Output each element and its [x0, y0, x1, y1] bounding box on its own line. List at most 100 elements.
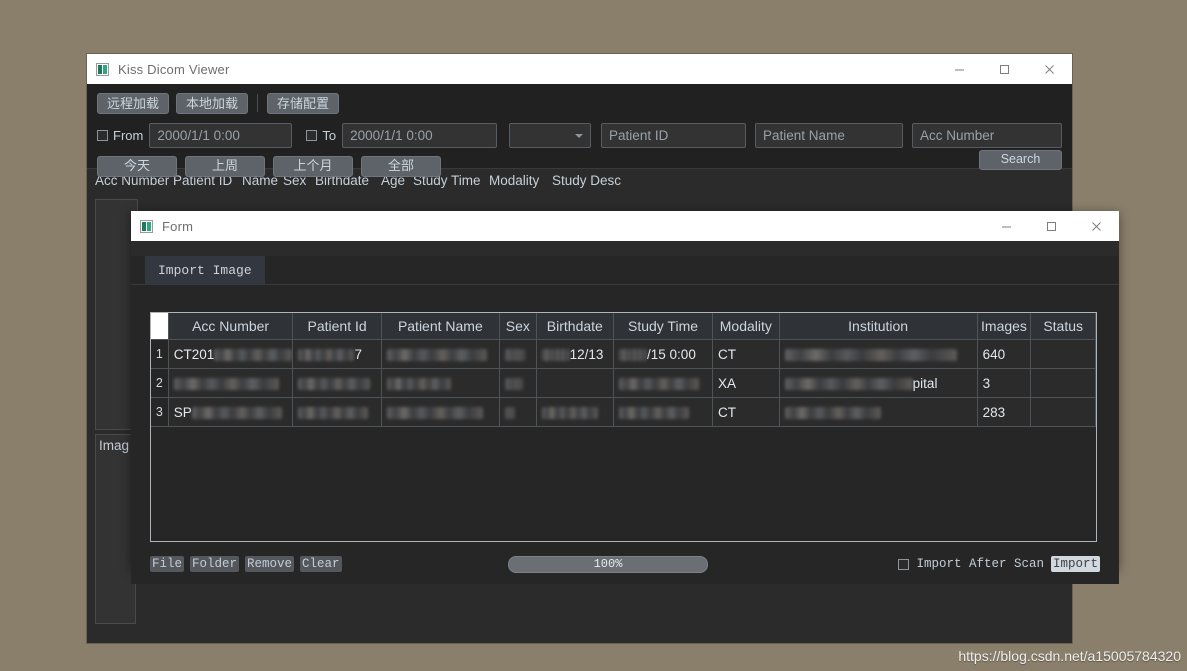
remove-button[interactable]: Remove — [245, 556, 295, 572]
tab-import-image[interactable]: Import Image — [145, 256, 265, 285]
table-row[interactable]: 3 SP CT 283 — [151, 397, 1096, 427]
table-col-institution[interactable]: Institution — [779, 313, 978, 340]
cell-patient-name — [381, 339, 501, 369]
main-window-controls — [937, 54, 1072, 84]
cell-sex — [499, 368, 537, 398]
app-icon — [96, 62, 109, 76]
range-today-button[interactable]: 今天 — [97, 156, 177, 177]
maximize-icon[interactable] — [1029, 211, 1074, 241]
file-action-buttons: File Folder Remove Clear — [150, 556, 342, 572]
close-icon[interactable] — [1074, 211, 1119, 241]
table-col-sex[interactable]: Sex — [499, 313, 537, 340]
import-form-window: Form Import Image Acc Number Patient Id … — [131, 211, 1119, 584]
cell-institution — [779, 339, 978, 369]
folder-button[interactable]: Folder — [190, 556, 240, 572]
to-label: To — [322, 127, 337, 143]
to-date-input[interactable]: 2000/1/1 0:00 — [342, 122, 498, 148]
import-after-scan-checkbox[interactable] — [898, 558, 910, 570]
form-window-titlebar[interactable]: Form — [131, 211, 1119, 241]
chevron-down-icon — [575, 133, 584, 138]
cell-status — [1030, 339, 1096, 369]
main-window-titlebar[interactable]: Kiss Dicom Viewer — [87, 54, 1072, 84]
storage-config-button[interactable]: 存储配置 — [267, 92, 340, 114]
cell-acc-number: SP — [168, 397, 294, 427]
modality-select[interactable] — [509, 122, 592, 148]
cell-images: 3 — [977, 368, 1032, 398]
table-col-select-all[interactable] — [151, 313, 169, 340]
from-checkbox[interactable] — [97, 129, 108, 141]
cell-study-time: /15 0:00 — [613, 339, 713, 369]
row-index: 2 — [151, 368, 169, 398]
cell-birthdate: 12/13 — [536, 339, 615, 369]
to-checkbox[interactable] — [306, 129, 318, 141]
toolbar-separator — [257, 94, 259, 112]
cell-institution — [779, 397, 978, 427]
table-col-patient-id[interactable]: Patient Id — [292, 313, 382, 340]
cell-institution: pital — [779, 368, 978, 398]
clear-button[interactable]: Clear — [300, 556, 342, 572]
table-col-study-time[interactable]: Study Time — [613, 313, 713, 340]
file-button[interactable]: File — [150, 556, 185, 572]
cell-status — [1030, 397, 1096, 427]
import-button[interactable]: Import — [1050, 556, 1100, 572]
minimize-icon[interactable] — [984, 211, 1029, 241]
local-load-button[interactable]: 本地加载 — [176, 92, 249, 114]
import-table-panel[interactable]: Acc Number Patient Id Patient Name Sex B… — [150, 312, 1097, 542]
form-tabstrip: Import Image — [131, 256, 1119, 285]
cell-acc-number — [168, 368, 294, 398]
cell-birthdate — [536, 397, 615, 427]
cell-patient-name — [381, 368, 501, 398]
patient-id-input[interactable]: Patient ID — [601, 122, 747, 148]
table-col-birthdate[interactable]: Birthdate — [536, 313, 615, 340]
cell-patient-id — [292, 368, 382, 398]
remote-load-button[interactable]: 远程加载 — [97, 92, 170, 114]
progress-value: 100% — [593, 556, 623, 571]
import-after-scan-label: Import After Scan — [916, 557, 1044, 571]
cell-patient-name — [381, 397, 501, 427]
row-index: 1 — [151, 339, 169, 369]
table-row[interactable]: 2 XA pital 3 — [151, 368, 1096, 398]
form-window-controls — [984, 211, 1119, 241]
range-last-month-button[interactable]: 上个月 — [273, 156, 353, 177]
cell-sex — [499, 397, 537, 427]
patient-name-input[interactable]: Patient Name — [755, 122, 904, 148]
cell-modality: XA — [712, 368, 780, 398]
table-header-row: Acc Number Patient Id Patient Name Sex B… — [151, 313, 1096, 340]
maximize-icon[interactable] — [982, 54, 1027, 84]
cell-birthdate — [536, 368, 615, 398]
table-row[interactable]: 1 CT201 7 12/13 /15 0:00 CT 640 — [151, 339, 1096, 369]
load-button-row: 远程加载 本地加载 存储配置 — [97, 92, 1062, 114]
cell-sex — [499, 339, 537, 369]
cell-study-time — [613, 397, 713, 427]
cell-status — [1030, 368, 1096, 398]
from-date-input[interactable]: 2000/1/1 0:00 — [149, 122, 293, 148]
search-toolbar: 远程加载 本地加载 存储配置 From 2000/1/1 0:00 To 200… — [87, 84, 1072, 177]
form-bottom-bar: File Folder Remove Clear 100% Import Aft… — [131, 544, 1119, 584]
cell-images: 640 — [977, 339, 1032, 369]
range-last-week-button[interactable]: 上周 — [185, 156, 265, 177]
range-all-button[interactable]: 全部 — [361, 156, 441, 177]
form-window-body: Import Image Acc Number Patient Id Patie… — [131, 256, 1119, 584]
close-icon[interactable] — [1027, 54, 1072, 84]
acc-number-input[interactable]: Acc Number — [912, 122, 1062, 148]
image-panel[interactable]: Imag — [95, 434, 136, 624]
main-window-title: Kiss Dicom Viewer — [118, 61, 230, 77]
table-col-acc-number[interactable]: Acc Number — [168, 313, 294, 340]
table-col-modality[interactable]: Modality — [712, 313, 780, 340]
import-progress-bar: 100% — [508, 555, 708, 573]
table-col-status[interactable]: Status — [1030, 313, 1096, 340]
import-table: Acc Number Patient Id Patient Name Sex B… — [151, 313, 1096, 427]
minimize-icon[interactable] — [937, 54, 982, 84]
cell-modality: CT — [712, 397, 780, 427]
quick-range-row: 今天 上周 上个月 全部 — [97, 156, 1062, 177]
form-window-title: Form — [162, 218, 194, 234]
from-label: From — [113, 127, 144, 143]
table-col-patient-name[interactable]: Patient Name — [381, 313, 501, 340]
app-icon — [140, 219, 153, 233]
watermark-text: https://blog.csdn.net/a15005784320 — [958, 648, 1181, 664]
table-col-images[interactable]: Images — [977, 313, 1032, 340]
cell-patient-id — [292, 397, 382, 427]
search-button[interactable]: Search — [979, 150, 1062, 170]
search-fields-row: From 2000/1/1 0:00 To 2000/1/1 0:00 Pati… — [97, 122, 1062, 148]
cell-images: 283 — [977, 397, 1032, 427]
